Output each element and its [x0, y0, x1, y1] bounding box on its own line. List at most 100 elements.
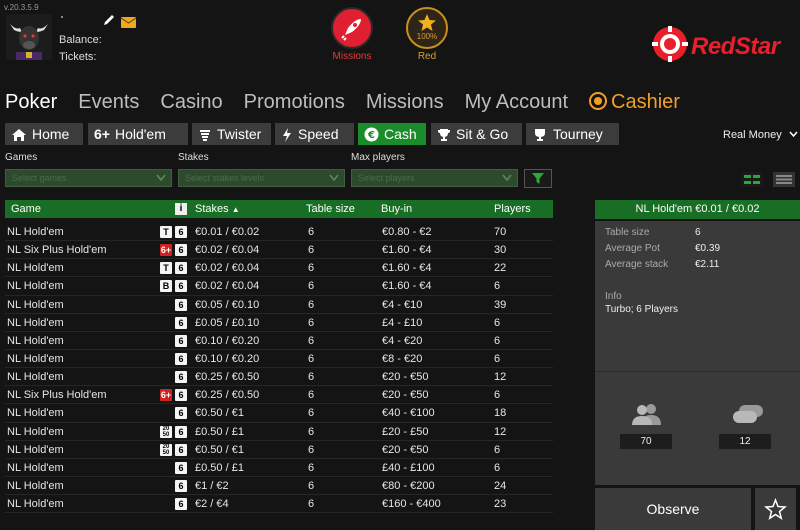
col-table-size[interactable]: Table size	[306, 203, 355, 215]
table-row[interactable]: NL Hold'em €0.50 / €1 6 €40 - €100 18 6	[5, 404, 553, 423]
players-select[interactable]: Select players	[351, 169, 518, 187]
stakes-cell: €0.50 / €1	[195, 443, 244, 456]
tab-tourney[interactable]: Tourney	[526, 123, 619, 145]
players-cell: 6	[494, 280, 501, 293]
missions-rocket-icon[interactable]	[331, 7, 373, 49]
nav-poker[interactable]: Poker	[5, 88, 57, 116]
real-money-dropdown[interactable]: Real Money	[723, 129, 798, 141]
mail-icon[interactable]	[120, 15, 137, 33]
brand-name: RedStar	[691, 33, 780, 60]
nav-missions[interactable]: Missions	[366, 88, 444, 116]
six-max-badge: 6	[175, 389, 187, 402]
avatar[interactable]	[6, 14, 52, 60]
players-count: 70	[620, 434, 672, 449]
table-row[interactable]: NL Hold'em €0.01 / €0.02 6 €0.80 - €2 70 T 6	[5, 223, 553, 242]
list-view-button[interactable]	[773, 172, 795, 187]
buyin-cell: €80 - €200	[382, 479, 435, 492]
six-plus-badge: 6+	[160, 389, 172, 402]
nav-casino[interactable]: Casino	[160, 88, 222, 116]
detail-value: €2.11	[695, 259, 720, 270]
nav-events[interactable]: Events	[78, 88, 139, 116]
table-row[interactable]: NL Six Plus Hold'em €0.25 / €0.50 6 €20 - €…	[5, 386, 553, 405]
col-game[interactable]: Game	[11, 203, 41, 215]
table-row[interactable]: NL Hold'em £0.50 / £1 6 £20 - £50 12 20 50 6	[5, 423, 553, 441]
red-caption[interactable]: Red	[397, 51, 457, 62]
players-cell: 6	[494, 461, 501, 474]
col-stakes-label: Stakes	[195, 203, 229, 215]
nav-cashier[interactable]: Cashier	[589, 88, 680, 116]
games-select[interactable]: Select games	[5, 169, 172, 187]
buyin-cell: £40 - £100	[382, 461, 435, 474]
table-row[interactable]: NL Hold'em €0.50 / €1 6 €20 - €50 6 20 50 6	[5, 441, 553, 459]
stakes-cell: €0.50 / €1	[195, 407, 244, 420]
table-row[interactable]: NL Hold'em €0.25 / €0.50 6 €20 - €50 12 6	[5, 368, 553, 387]
col-players[interactable]: Players	[494, 203, 531, 215]
six-max-badge: 6	[175, 262, 187, 275]
info-text: Turbo; 6 Players	[605, 304, 678, 315]
cashier-chip-icon	[589, 92, 608, 110]
tab-twister[interactable]: Twister	[192, 123, 271, 145]
buyin-cell: €20 - €50	[382, 389, 429, 402]
tab-cash[interactable]: € Cash	[358, 123, 426, 145]
buyin-cell: €20 - €50	[382, 443, 429, 456]
chevron-down-icon	[789, 131, 798, 138]
table-size-cell: 6	[308, 389, 315, 402]
stakes-cell: €0.10 / €0.20	[195, 334, 260, 347]
col-stakes[interactable]: Stakes ▲	[195, 203, 240, 215]
table-row[interactable]: NL Hold'em €0.02 / €0.04 6 €1.60 - €4 22 T 6	[5, 259, 553, 278]
stakes-cell: £0.50 / £1	[195, 461, 244, 474]
table-row[interactable]: NL Hold'em £0.05 / £0.10 6 £4 - £10 6 6	[5, 314, 553, 332]
stakes-cell: €1 / €2	[195, 479, 229, 492]
filter-button[interactable]	[524, 169, 552, 188]
game-name-cell: NL Hold'em	[7, 498, 64, 511]
split-badge: 20 50	[160, 425, 172, 438]
players-cell: 23	[494, 498, 507, 511]
players-cell: 6	[494, 389, 501, 402]
players-cell: 6	[494, 352, 501, 365]
stakes-select[interactable]: Select stakes levels	[178, 169, 345, 187]
tab-speed[interactable]: Speed	[275, 123, 354, 145]
table-row[interactable]: NL Hold'em €1 / €2 6 €80 - €200 24 6	[5, 477, 553, 496]
favorite-button[interactable]	[755, 488, 796, 530]
edit-pencil-icon[interactable]	[102, 13, 116, 32]
six-max-badge: 6	[175, 371, 187, 384]
game-name-cell: NL Hold'em	[7, 280, 64, 293]
players-icon	[631, 403, 663, 430]
tab-holdem[interactable]: 6+ Hold'em	[88, 123, 188, 145]
tab-home[interactable]: Home	[5, 123, 83, 145]
missions-caption[interactable]: Missions	[322, 51, 382, 62]
game-name-cell: NL Hold'em	[7, 316, 64, 329]
table-size-cell: 6	[308, 334, 315, 347]
game-list: NL Hold'em €0.01 / €0.02 6 €0.80 - €2 70 T 6 NL…	[5, 223, 553, 514]
players-cell: 12	[494, 425, 507, 438]
buyin-cell: €4 - €20	[382, 334, 423, 347]
table-row[interactable]: NL Hold'em €0.10 / €0.20 6 €8 - €20 6 6	[5, 350, 553, 369]
main-nav: Poker Events Casino Promotions Missions …	[5, 88, 701, 116]
table-row[interactable]: NL Hold'em €0.02 / €0.04 6 €1.60 - €4 6 B 6	[5, 277, 553, 296]
players-select-placeholder: Select players	[358, 173, 415, 183]
tab-holdem-label: Hold'em	[114, 126, 166, 142]
nav-promotions[interactable]: Promotions	[244, 88, 345, 116]
games-filter-label: Games	[5, 152, 38, 163]
game-name-cell: NL Hold'em	[7, 371, 64, 384]
info-icon[interactable]: i	[175, 203, 187, 215]
cup-icon	[535, 129, 545, 141]
red-status-star-icon[interactable]: 100%	[406, 7, 448, 49]
tab-sit-go[interactable]: Sit & Go	[431, 123, 522, 145]
stakes-select-placeholder: Select stakes levels	[185, 173, 265, 183]
table-row[interactable]: NL Hold'em €2 / €4 6 €160 - €400 23 6	[5, 495, 553, 514]
observe-button[interactable]: Observe	[595, 488, 751, 530]
info-label: Info	[605, 291, 622, 302]
home-icon	[12, 129, 26, 141]
six-max-badge: 6	[175, 443, 187, 456]
table-row[interactable]: NL Six Plus Hold'em €0.02 / €0.04 6 €1.60 -…	[5, 241, 553, 260]
col-buyin[interactable]: Buy-in	[381, 203, 412, 215]
table-row[interactable]: NL Hold'em €0.05 / €0.10 6 €4 - €10 39 6	[5, 296, 553, 314]
table-row[interactable]: NL Hold'em £0.50 / £1 6 £40 - £100 6 6	[5, 459, 553, 477]
table-row[interactable]: NL Hold'em €0.10 / €0.20 6 €4 - €20 6 6	[5, 332, 553, 350]
six-max-badge: 6	[175, 498, 187, 511]
list-view-icon	[773, 172, 795, 187]
table-size-cell: 6	[308, 371, 315, 384]
nav-my-account[interactable]: My Account	[465, 88, 568, 116]
grid-view-button[interactable]	[741, 172, 763, 187]
